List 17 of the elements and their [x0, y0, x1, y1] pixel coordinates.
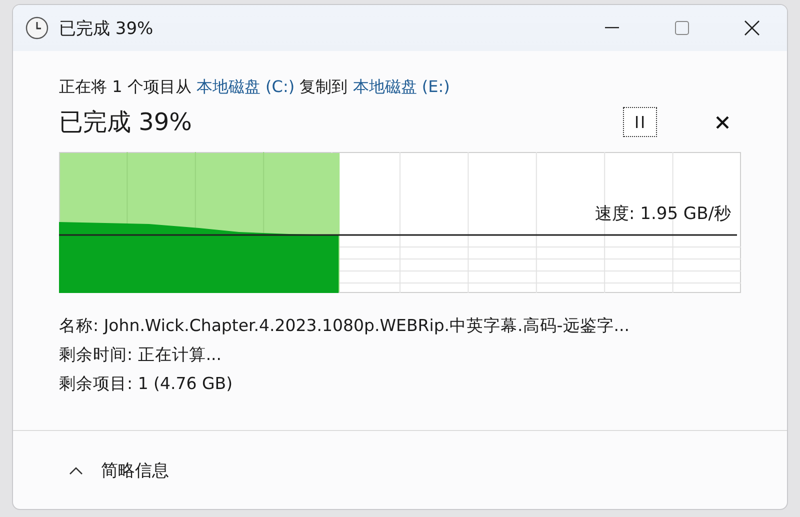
detail-row-text: 名称: John.Wick.Chapter.4.2023.1080p.WEBRip.中英字幕.高码-远鉴字... — [59, 315, 630, 337]
minimize-icon — [605, 27, 619, 29]
progress-heading: 已完成 39% — [59, 107, 193, 138]
detail-row-text: 剩余项目: 1 (4.76 GB) — [59, 373, 234, 395]
maximize-icon — [675, 21, 689, 35]
source-link[interactable]: 本地磁盘 (C:) — [196, 77, 295, 96]
pause-button[interactable] — [623, 107, 657, 137]
close-icon — [716, 116, 728, 128]
window-title: 已完成 39% — [59, 18, 154, 40]
pause-icon — [635, 116, 645, 128]
copy-description: 正在将 1 个项目从 本地磁盘 (C:) 复制到 本地磁盘 (E:) — [59, 77, 451, 98]
details-toggle[interactable]: 简略信息 — [65, 454, 173, 486]
clock-icon — [25, 16, 49, 40]
destination-link[interactable]: 本地磁盘 (E:) — [352, 77, 450, 96]
close-icon — [744, 20, 760, 36]
detail-row-text: 剩余时间: 正在计算... — [59, 344, 223, 366]
speed-label: 速度: 1.95 GB/秒 — [595, 203, 731, 225]
